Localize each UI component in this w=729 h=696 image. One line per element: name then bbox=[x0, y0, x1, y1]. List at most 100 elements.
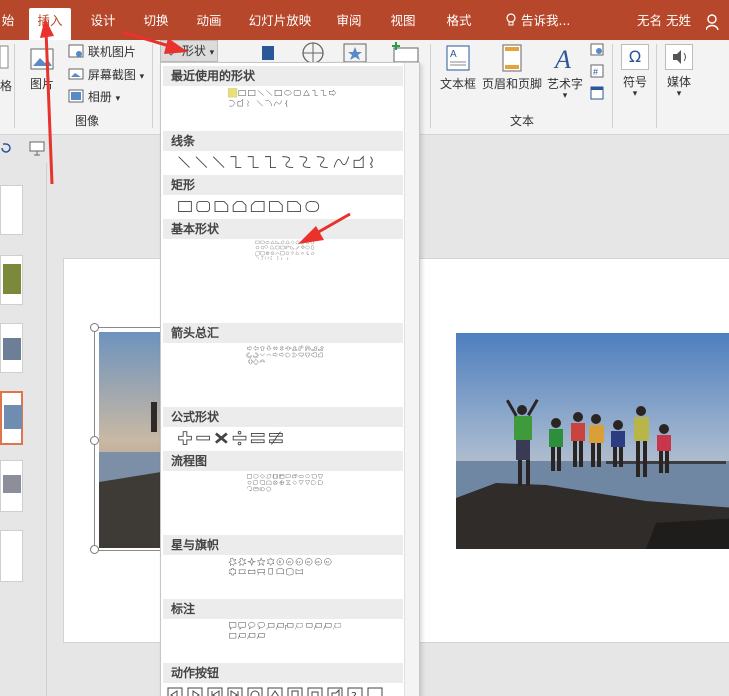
header-footer-icon bbox=[502, 44, 522, 72]
rectangles-gallery[interactable] bbox=[165, 197, 405, 217]
chevron-down-icon: ▾ bbox=[115, 94, 121, 104]
action-buttons-gallery[interactable]: ? bbox=[165, 685, 405, 696]
beach-photo-left bbox=[99, 332, 161, 548]
selection-border bbox=[94, 550, 162, 551]
recent-shapes-gallery[interactable]: { bbox=[165, 88, 405, 108]
tab-format[interactable]: 格式 bbox=[441, 8, 477, 36]
selected-photo[interactable] bbox=[99, 332, 161, 548]
block-arrows-gallery[interactable] bbox=[165, 345, 405, 365]
textbox-icon: A bbox=[446, 45, 470, 71]
symbol-label: 符号 bbox=[622, 75, 647, 89]
slide-number-icon[interactable]: # bbox=[590, 64, 604, 78]
tab-design[interactable]: 设计 bbox=[85, 8, 121, 36]
equation-shapes-gallery[interactable] bbox=[165, 429, 405, 449]
online-pictures-icon bbox=[68, 44, 84, 58]
basic-shapes-gallery[interactable]: {} bbox=[165, 240, 405, 260]
section-rectangles: 矩形 bbox=[163, 175, 403, 195]
slide-thumbnail[interactable] bbox=[0, 185, 23, 235]
resize-handle[interactable] bbox=[90, 436, 99, 445]
textbox-button[interactable]: A 文本框 bbox=[438, 44, 478, 92]
group-separator bbox=[430, 44, 431, 128]
lightbulb-icon bbox=[506, 13, 516, 26]
powerpoint-window: 始 插入 设计 切换 动画 幻灯片放映 审阅 视图 格式 告诉我... 无名 无… bbox=[0, 0, 729, 696]
screenshot-label: 屏幕截图 bbox=[87, 68, 136, 82]
undo-icon[interactable] bbox=[0, 141, 12, 155]
svg-text:}: } bbox=[287, 256, 289, 260]
section-recent-shapes: 最近使用的形状 bbox=[163, 66, 403, 86]
slide-thumbnail-selected[interactable] bbox=[0, 391, 23, 445]
screenshot-button[interactable]: 屏幕截图 ▾ bbox=[68, 66, 144, 86]
new-slide-icon[interactable] bbox=[390, 42, 420, 64]
tab-review[interactable]: 审阅 bbox=[331, 8, 367, 36]
share-person-icon[interactable] bbox=[706, 14, 720, 30]
album-button[interactable]: 相册 ▾ bbox=[68, 88, 120, 108]
resize-handle[interactable] bbox=[90, 545, 99, 554]
header-footer-button[interactable]: 页眉和页脚 bbox=[481, 44, 543, 92]
date-time-icon[interactable] bbox=[590, 42, 604, 56]
section-basic-shapes: 基本形状 bbox=[163, 219, 403, 239]
media-label: 媒体 bbox=[666, 75, 691, 89]
header-footer-label: 页眉和页脚 bbox=[481, 77, 542, 91]
slide-thumbnail[interactable] bbox=[0, 323, 23, 373]
flowchart-gallery[interactable] bbox=[165, 473, 405, 493]
callouts-gallery[interactable] bbox=[165, 621, 405, 641]
chevron-down-icon: ▾ bbox=[676, 89, 682, 99]
stars-banners-gallery[interactable]: 8 10 12 16 24 32 bbox=[165, 557, 405, 577]
photo-right[interactable] bbox=[456, 333, 729, 549]
table-icon-partial[interactable] bbox=[0, 44, 10, 70]
smartart-icon[interactable] bbox=[256, 44, 278, 64]
svg-text:12: 12 bbox=[297, 560, 301, 564]
svg-text:?: ? bbox=[351, 690, 357, 696]
tell-me-box[interactable]: 告诉我... bbox=[505, 8, 570, 34]
group-separator bbox=[612, 44, 613, 128]
action-star-icon[interactable] bbox=[342, 42, 368, 64]
wordart-button[interactable]: A 艺术字 ▾ bbox=[546, 44, 584, 101]
tab-slideshow[interactable]: 幻灯片放映 bbox=[244, 8, 316, 36]
tab-animations[interactable]: 动画 bbox=[191, 8, 227, 36]
slide-thumbnail[interactable] bbox=[0, 460, 23, 512]
annotation-arrow-to-trapezoid bbox=[298, 212, 351, 244]
slide-thumbnail[interactable] bbox=[0, 530, 23, 582]
tab-home-partial[interactable]: 始 bbox=[0, 8, 16, 36]
svg-text:32: 32 bbox=[325, 560, 329, 564]
lines-gallery[interactable] bbox=[165, 153, 405, 173]
speaker-icon bbox=[665, 44, 693, 70]
images-group-label: 图像 bbox=[75, 114, 100, 128]
slide-thumbnails-pane bbox=[0, 163, 47, 696]
album-label: 相册 bbox=[87, 90, 112, 104]
dropdown-scrollbar[interactable] bbox=[404, 63, 419, 696]
selection-border bbox=[94, 327, 162, 328]
annotation-arrow-to-shapes bbox=[121, 30, 188, 54]
object-icon[interactable] bbox=[590, 86, 604, 100]
svg-text:A: A bbox=[553, 45, 571, 72]
section-action-buttons: 动作按钮 bbox=[163, 663, 403, 683]
tell-me-label: 告诉我... bbox=[520, 13, 571, 28]
media-button[interactable]: 媒体 ▾ bbox=[664, 44, 694, 99]
omega-icon: Ω bbox=[621, 44, 649, 70]
textbox-label: 文本框 bbox=[439, 77, 476, 91]
chevron-down-icon: ▾ bbox=[562, 91, 568, 101]
chevron-down-icon: ▾ bbox=[209, 48, 215, 58]
chevron-down-icon: ▾ bbox=[632, 89, 638, 99]
symbol-button[interactable]: Ω 符号 ▾ bbox=[620, 44, 650, 99]
slide-thumbnail[interactable] bbox=[0, 255, 23, 305]
svg-text:10: 10 bbox=[287, 560, 291, 564]
resize-handle[interactable] bbox=[90, 323, 99, 332]
recent-shape-selected[interactable] bbox=[228, 88, 238, 98]
svg-text:{: { bbox=[281, 256, 283, 260]
shapes-dropdown-menu: 最近使用的形状 { 线条 矩形 基本形状 {} 箭头总汇 公式形状 流程图 星… bbox=[160, 62, 420, 696]
section-lines: 线条 bbox=[163, 131, 403, 151]
thumbnail-photo bbox=[3, 264, 21, 294]
thumbnail-photo bbox=[3, 338, 21, 360]
tab-view[interactable]: 视图 bbox=[385, 8, 421, 36]
user-name[interactable]: 无名 无姓 bbox=[637, 8, 691, 34]
svg-text:24: 24 bbox=[316, 560, 320, 564]
ribbon-tab-bar: 始 插入 设计 切换 动画 幻灯片放映 审阅 视图 格式 告诉我... 无名 无… bbox=[0, 0, 729, 40]
text-group-label: 文本 bbox=[510, 114, 535, 128]
screenshot-icon bbox=[68, 68, 84, 80]
svg-text:A: A bbox=[450, 49, 457, 60]
chevron-down-icon: ▾ bbox=[139, 72, 145, 82]
online-video-icon[interactable] bbox=[300, 42, 326, 64]
section-stars-banners: 星与旗帜 bbox=[163, 535, 403, 555]
album-icon bbox=[68, 89, 84, 103]
